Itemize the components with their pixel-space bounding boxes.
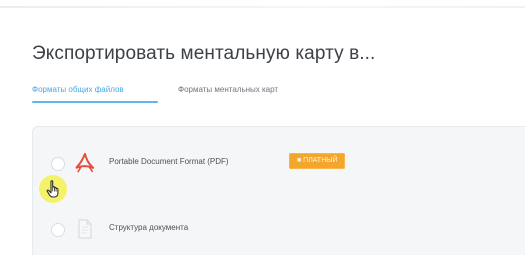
pdf-format-label: Portable Document Format (PDF) <box>109 157 229 166</box>
format-option-document-structure[interactable]: Структура документа <box>33 211 525 247</box>
pdf-icon <box>75 153 95 173</box>
dialog-top-border <box>0 6 525 8</box>
document-outline-icon <box>78 219 92 239</box>
export-dialog: Экспортировать ментальную карту в... Фор… <box>0 0 525 255</box>
document-structure-radio-button[interactable] <box>51 223 65 237</box>
format-tabs: Форматы общих файлов Форматы ментальных … <box>32 85 502 109</box>
format-option-pdf[interactable]: Portable Document Format (PDF) ■ ПЛАТНЫЙ <box>33 145 525 181</box>
active-tab-underline <box>32 101 158 103</box>
paid-badge: ■ ПЛАТНЫЙ <box>289 153 346 169</box>
dialog-title: Экспортировать ментальную карту в... <box>32 43 376 64</box>
tab-mind-map-formats[interactable]: Форматы ментальных карт <box>178 85 278 94</box>
document-structure-label: Структура документа <box>109 223 189 232</box>
hand-pointer-icon <box>46 180 59 198</box>
formats-list: Portable Document Format (PDF) ■ ПЛАТНЫЙ… <box>32 126 525 255</box>
tab-common-file-formats[interactable]: Форматы общих файлов <box>32 85 124 94</box>
pdf-radio-button[interactable] <box>51 157 65 171</box>
